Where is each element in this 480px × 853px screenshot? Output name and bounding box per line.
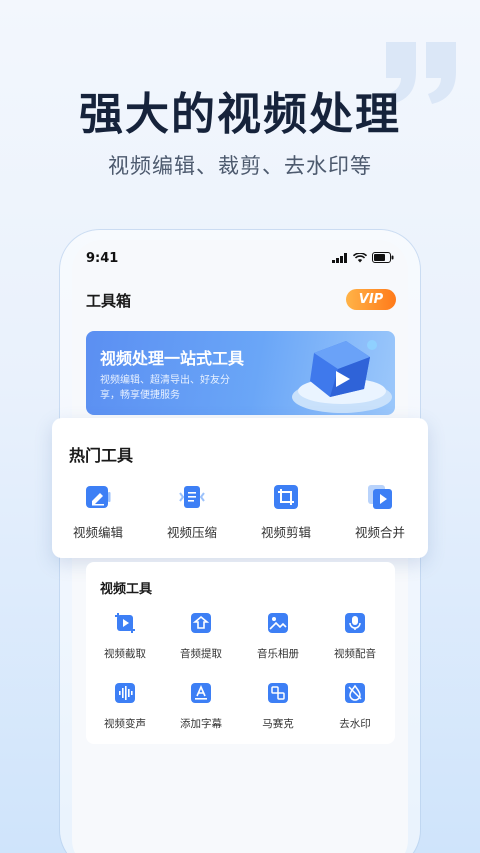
- tool-audio-extract[interactable]: 音频提取: [166, 612, 236, 661]
- status-icons: [332, 252, 394, 263]
- tool-add-subtitle[interactable]: 添加字幕: [166, 682, 236, 731]
- tool-label: 视频配音: [334, 648, 376, 660]
- hot-tools-card: 热门工具 视频编辑 视频压缩 视频剪辑 视频合并: [52, 418, 428, 558]
- tool-remove-watermark[interactable]: 去水印: [320, 682, 390, 731]
- trim-icon: [115, 613, 135, 633]
- wifi-icon: [353, 252, 367, 262]
- video-tools-title: 视频工具: [100, 582, 153, 597]
- tool-label: 视频截取: [104, 648, 146, 660]
- compress-icon: [179, 486, 205, 508]
- subtitle-icon: [191, 683, 211, 703]
- banner-title: 视频处理一站式工具: [100, 349, 245, 368]
- tool-music-album[interactable]: 音乐相册: [243, 612, 313, 661]
- hot-tools-title: 热门工具: [69, 446, 134, 465]
- tool-label: 音频提取: [180, 648, 222, 660]
- mosaic-icon: [268, 683, 288, 703]
- vip-badge[interactable]: VIP: [346, 289, 396, 310]
- tool-label: 视频变声: [104, 718, 146, 730]
- tool-label: 视频合并: [354, 525, 405, 540]
- tool-video-dubbing[interactable]: 视频配音: [320, 612, 390, 661]
- tool-label: 添加字幕: [180, 718, 222, 730]
- edit-icon: [86, 486, 111, 508]
- page-title: 工具箱: [86, 292, 132, 310]
- tool-video-edit[interactable]: 视频编辑: [58, 484, 138, 541]
- video-tools-card: 视频工具 视频截取 音频提取 音乐相册 视频配音 视频变声 添加字幕 马赛克 去…: [86, 562, 395, 744]
- status-time: 9:41: [86, 251, 119, 266]
- subline: 视频编辑、裁剪、去水印等: [108, 154, 372, 178]
- tool-label: 视频剪辑: [260, 525, 311, 540]
- music-album-icon: [268, 613, 288, 633]
- tool-label: 去水印: [339, 718, 371, 730]
- audio-extract-icon: [191, 613, 211, 633]
- tool-label: 音乐相册: [257, 648, 299, 660]
- headline: 强大的视频处理: [79, 89, 401, 140]
- video-cube-illustration-icon: [292, 340, 392, 413]
- tool-video-trim[interactable]: 视频截取: [90, 612, 160, 661]
- tool-voice-change[interactable]: 视频变声: [90, 682, 160, 731]
- merge-icon: [368, 485, 392, 509]
- microphone-icon: [345, 613, 365, 633]
- tool-video-merge[interactable]: 视频合并: [340, 484, 420, 541]
- crop-icon: [274, 485, 298, 509]
- signal-icon: [332, 252, 347, 263]
- promo-banner[interactable]: 视频处理一站式工具 视频编辑、超清导出、好友分享，畅享便捷服务: [86, 331, 395, 415]
- banner-description: 视频编辑、超清导出、好友分享，畅享便捷服务: [100, 375, 230, 401]
- battery-icon: [372, 252, 394, 263]
- tool-video-compress[interactable]: 视频压缩: [152, 484, 232, 541]
- tool-mosaic[interactable]: 马赛克: [243, 682, 313, 731]
- tool-video-cut[interactable]: 视频剪辑: [246, 484, 326, 541]
- voice-wave-icon: [115, 683, 135, 703]
- tool-label: 马赛克: [262, 718, 294, 730]
- tool-label: 视频编辑: [72, 525, 123, 540]
- remove-watermark-icon: [345, 683, 365, 703]
- tool-label: 视频压缩: [166, 525, 217, 540]
